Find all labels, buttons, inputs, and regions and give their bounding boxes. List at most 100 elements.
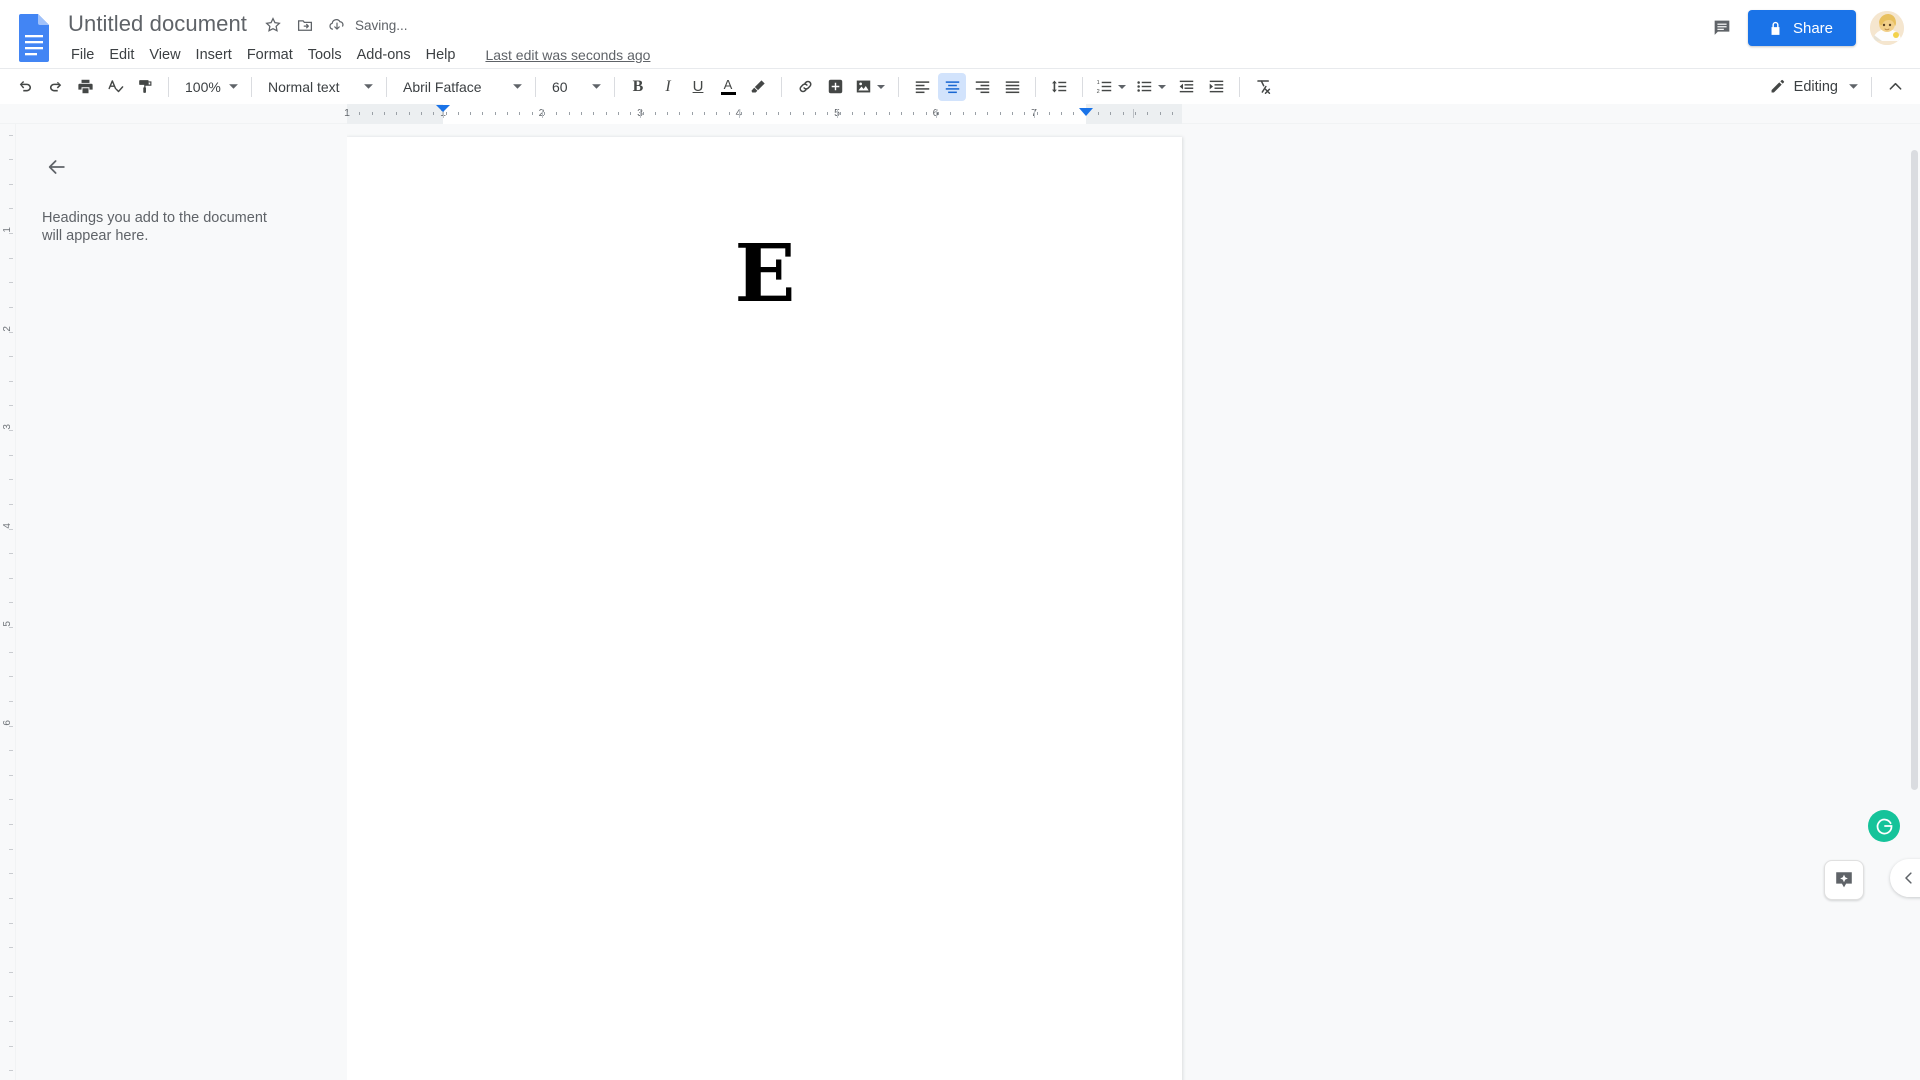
ruler-tick [531,112,533,115]
menu-insert[interactable]: Insert [189,45,239,65]
top-bar: Untitled document Saving... File Edit Vi… [0,0,1920,68]
insert-image-icon[interactable] [851,73,889,101]
chevron-up-icon[interactable] [1881,73,1909,101]
ruler-tick [420,112,422,115]
vertical-ruler[interactable]: 1 2 3 4 5 6 [0,124,16,1080]
right-indent-marker[interactable] [1079,108,1093,116]
menu-tools[interactable]: Tools [301,45,349,65]
vertical-ruler-tick [9,306,13,308]
ruler-tick [347,112,348,115]
menu-format[interactable]: Format [240,45,300,65]
menu-add-ons[interactable]: Add-ons [350,45,418,65]
ruler-tick [617,112,619,115]
toolbar-right: Editing [1759,72,1910,102]
ruler-tick [741,112,742,115]
comment-history-icon[interactable] [1702,8,1742,48]
ruler-tick [519,112,521,115]
chevron-down-icon [591,81,602,92]
paint-format-icon[interactable] [131,73,159,101]
font-family-dropdown[interactable]: Abril Fatface [395,73,527,101]
left-margin-zone [347,104,443,124]
redo-icon[interactable] [41,73,69,101]
scrollbar-thumb[interactable] [1911,150,1918,790]
font-family-value: Abril Fatface [403,78,482,95]
align-right-icon[interactable] [968,73,996,101]
user-avatar[interactable] [1870,11,1904,45]
document-page[interactable]: E [347,137,1182,1080]
bulleted-list-icon[interactable] [1132,73,1170,101]
ruler-tick-major [935,109,937,118]
toolbar-separator [781,76,782,97]
ruler-tick [556,112,558,115]
line-spacing-icon[interactable] [1045,73,1073,101]
spellcheck-icon[interactable] [101,73,129,101]
chevron-down-icon [1157,82,1167,92]
bold-button[interactable]: B [624,73,652,101]
left-indent-marker[interactable] [436,105,450,112]
vertical-ruler-number: 1 [2,227,13,233]
toolbar-separator [535,76,536,97]
align-center-icon[interactable] [938,72,966,101]
ruler-tick-major [738,109,740,118]
increase-indent-icon[interactable] [1202,73,1230,101]
underline-button[interactable]: U [684,73,712,101]
ruler-tick [704,112,706,115]
undo-icon[interactable] [11,73,39,101]
explore-sparkle-icon[interactable] [1824,860,1864,900]
add-comment-icon[interactable] [821,73,849,101]
clear-formatting-icon[interactable] [1249,73,1277,101]
italic-button[interactable]: I [654,73,682,101]
toolbar-separator [168,76,169,97]
move-to-folder-icon[interactable] [293,13,317,37]
editing-mode-dropdown[interactable]: Editing [1759,72,1863,102]
ruler-tick [359,112,361,115]
ruler-tick [765,112,767,115]
document-canvas[interactable]: E [347,124,1920,1080]
vertical-ruler-tick [9,897,13,899]
menu-help[interactable]: Help [419,45,463,65]
ruler-tick [580,112,582,115]
horizontal-ruler-bar: 11234567 [0,104,1920,124]
text-color-button[interactable]: A [714,73,742,101]
ruler-tick [1147,112,1149,115]
zoom-dropdown[interactable]: 100% [177,73,243,101]
vertical-ruler-tick [9,947,13,949]
vertical-ruler-tick [9,380,13,382]
menu-file[interactable]: File [64,45,101,65]
vertical-ruler-tick [9,799,13,801]
highlight-pen-icon[interactable] [744,73,772,101]
numbered-list-icon[interactable]: 1 2 [1092,73,1130,101]
align-justify-icon[interactable] [998,73,1026,101]
vertical-ruler-tick [9,430,13,431]
star-icon[interactable] [261,13,285,37]
paragraph-style-dropdown[interactable]: Normal text [260,73,378,101]
decrease-indent-icon[interactable] [1172,73,1200,101]
document-body-text[interactable]: E [735,226,796,320]
link-icon[interactable] [791,73,819,101]
vertical-scrollbar[interactable] [1908,124,1920,1080]
last-edit-link[interactable]: Last edit was seconds ago [485,47,650,63]
ruler-tick [901,112,903,115]
align-left-icon[interactable] [908,73,936,101]
ruler-tick [1098,112,1100,115]
ruler-tick [1122,112,1124,115]
document-paragraph[interactable]: E [443,233,1086,313]
menu-edit[interactable]: Edit [102,45,141,65]
vertical-ruler-tick [9,1021,13,1022]
horizontal-ruler[interactable]: 11234567 [344,104,1182,124]
grammarly-icon[interactable] [1868,810,1900,842]
font-size-dropdown[interactable]: 60 [544,73,606,101]
zoom-value: 100% [185,78,221,95]
vertical-ruler-number: 5 [2,621,13,627]
ruler-tick [987,112,989,115]
print-icon[interactable] [71,73,99,101]
arrow-back-icon[interactable] [40,150,74,184]
document-title[interactable]: Untitled document [64,10,253,40]
chevron-left-icon[interactable] [1890,859,1920,897]
ruler-tick [383,112,385,115]
ruler-tick [950,112,952,115]
menu-view[interactable]: View [142,45,187,65]
share-button[interactable]: Share [1747,10,1856,46]
google-docs-icon[interactable] [14,12,54,64]
ruler-tick [864,112,866,115]
